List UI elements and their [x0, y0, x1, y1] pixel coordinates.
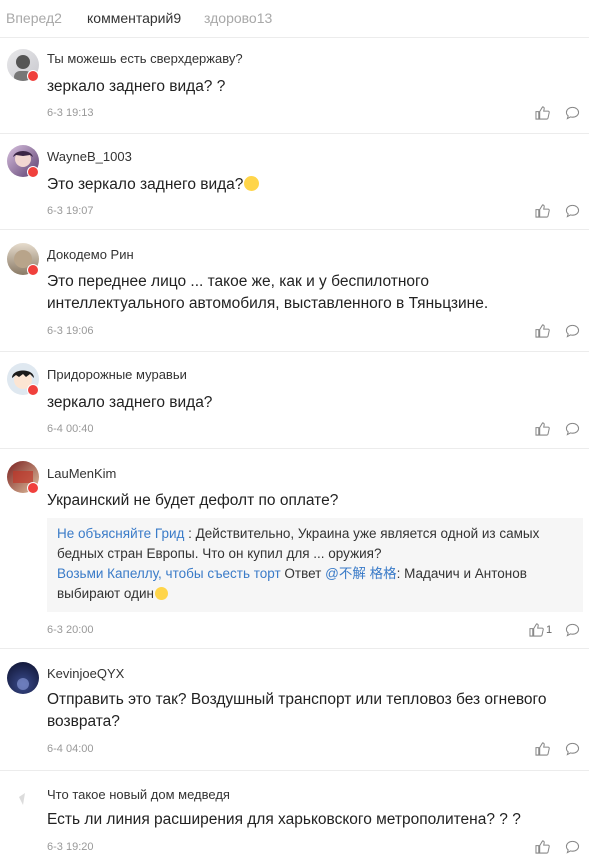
reply-thread: Не объясняйте Грид : Действительно, Укра…: [47, 518, 583, 612]
like-icon[interactable]: [535, 204, 550, 218]
reply-text: выбирают один: [57, 586, 155, 601]
avatar[interactable]: [7, 783, 39, 815]
tab-likes-label: здорово: [204, 10, 257, 26]
list-item: KevinjoeQYX Отправить это так? Воздушный…: [0, 649, 589, 771]
list-item: Придорожные муравьи зеркало заднего вида…: [0, 352, 589, 449]
tab-forward-label: Вперед: [6, 10, 55, 26]
like-icon[interactable]: [535, 742, 550, 756]
reply-icon[interactable]: [565, 422, 580, 436]
comment-username[interactable]: Ты можешь есть сверхдержаву?: [47, 51, 243, 66]
sunglasses-emoji-icon: [244, 176, 260, 191]
smile-emoji-icon: [155, 587, 169, 600]
reply-icon[interactable]: [565, 106, 580, 120]
comment-time: 6-4 00:40: [47, 423, 94, 435]
reply-text-line: бедных стран Европы. Что он купил для ..…: [57, 546, 382, 561]
reply-mention[interactable]: @不解 格格: [325, 566, 396, 581]
reply-author[interactable]: Возьми Капеллу, чтобы съесть торт: [57, 566, 281, 581]
comment-time: 6-3 19:20: [47, 841, 94, 853]
comment-text: Это переднее лицо ... такое же, как и у …: [47, 271, 567, 315]
reply-icon[interactable]: [565, 623, 580, 637]
reply-item: Возьми Капеллу, чтобы съесть торт Ответ …: [57, 564, 573, 584]
comment-time: 6-4 04:00: [47, 743, 94, 755]
tab-comments-count: 9: [173, 10, 182, 26]
reply-item: Не объясняйте Грид : Действительно, Укра…: [57, 524, 573, 544]
reply-icon[interactable]: [565, 742, 580, 756]
avatar-image: [19, 793, 25, 805]
comment-text-line: Отправить это так? Воздушный транспорт и…: [47, 691, 547, 708]
comment-text-line: возврата?: [47, 713, 120, 730]
comment-text-line: Это переднее лицо ... такое же, как и у …: [47, 273, 429, 290]
reply-text-line: выбирают один: [57, 584, 573, 604]
tab-likes[interactable]: здорово13: [204, 10, 272, 26]
like-icon[interactable]: [535, 422, 550, 436]
verified-badge-icon: [27, 166, 39, 178]
verified-badge-icon: [27, 384, 39, 396]
list-item: Что такое новый дом медведя Есть ли лини…: [0, 771, 589, 866]
verified-badge-icon: [27, 264, 39, 276]
list-item: Докодемо Рин Это переднее лицо ... такое…: [0, 230, 589, 352]
like-icon[interactable]: [529, 623, 544, 637]
comment-text: Есть ли линия расширения для харьковског…: [47, 811, 521, 828]
comment-text-line: интеллектуального автомобиля, выставленн…: [47, 295, 489, 312]
comment-time: 6-3 19:06: [47, 325, 94, 337]
tab-forward[interactable]: Вперед2: [6, 10, 62, 26]
reply-to-label: Ответ: [280, 566, 326, 581]
comment-username[interactable]: WayneB_1003: [47, 149, 132, 164]
like-icon[interactable]: [535, 106, 550, 120]
comment-username[interactable]: LauMenKim: [47, 466, 116, 481]
comment-username[interactable]: Докодемо Рин: [47, 247, 134, 262]
comment-username[interactable]: Что такое новый дом медведя: [47, 787, 230, 802]
comment-time: 6-3 19:13: [47, 107, 94, 119]
comment-tabs: Вперед2 комментарий9 здорово13: [0, 0, 589, 38]
avatar[interactable]: [7, 662, 39, 694]
verified-badge-icon: [27, 482, 39, 494]
comment-time: 6-3 19:07: [47, 205, 94, 217]
comment-username[interactable]: KevinjoeQYX: [47, 666, 124, 681]
comment-text: зеркало заднего вида? ?: [47, 78, 226, 95]
comment-time: 6-3 20:00: [47, 624, 94, 636]
like-icon[interactable]: [535, 324, 550, 338]
list-item: Ты можешь есть сверхдержаву? зеркало зад…: [0, 38, 589, 134]
comment-text: Это зеркало заднего вида?: [47, 174, 567, 196]
tab-likes-count: 13: [256, 10, 273, 26]
reply-icon[interactable]: [565, 204, 580, 218]
comment-text: Отправить это так? Воздушный транспорт и…: [47, 689, 567, 733]
reply-text: : Действительно, Украина уже является од…: [184, 526, 540, 541]
avatar-image: [17, 678, 29, 690]
reply-icon[interactable]: [565, 840, 580, 854]
reply-icon[interactable]: [565, 324, 580, 338]
comment-text-body: Это зеркало заднего вида?: [47, 176, 244, 193]
list-item: WayneB_1003 Это зеркало заднего вида? 6-…: [0, 134, 589, 230]
comment-text: Украинский не будет дефолт по оплате?: [47, 492, 339, 509]
like-icon[interactable]: [535, 840, 550, 854]
comment-username[interactable]: Придорожные муравьи: [47, 367, 187, 382]
reply-text: : Мадачич и Антонов: [396, 566, 527, 581]
verified-badge-icon: [27, 70, 39, 82]
reply-author[interactable]: Не объясняйте Грид: [57, 526, 184, 541]
comment-text: зеркало заднего вида?: [47, 394, 213, 411]
tab-comments[interactable]: комментарий9: [87, 10, 181, 26]
tab-comments-label: комментарий: [87, 10, 174, 26]
like-count: 1: [546, 624, 553, 636]
tab-forward-count: 2: [54, 10, 62, 26]
